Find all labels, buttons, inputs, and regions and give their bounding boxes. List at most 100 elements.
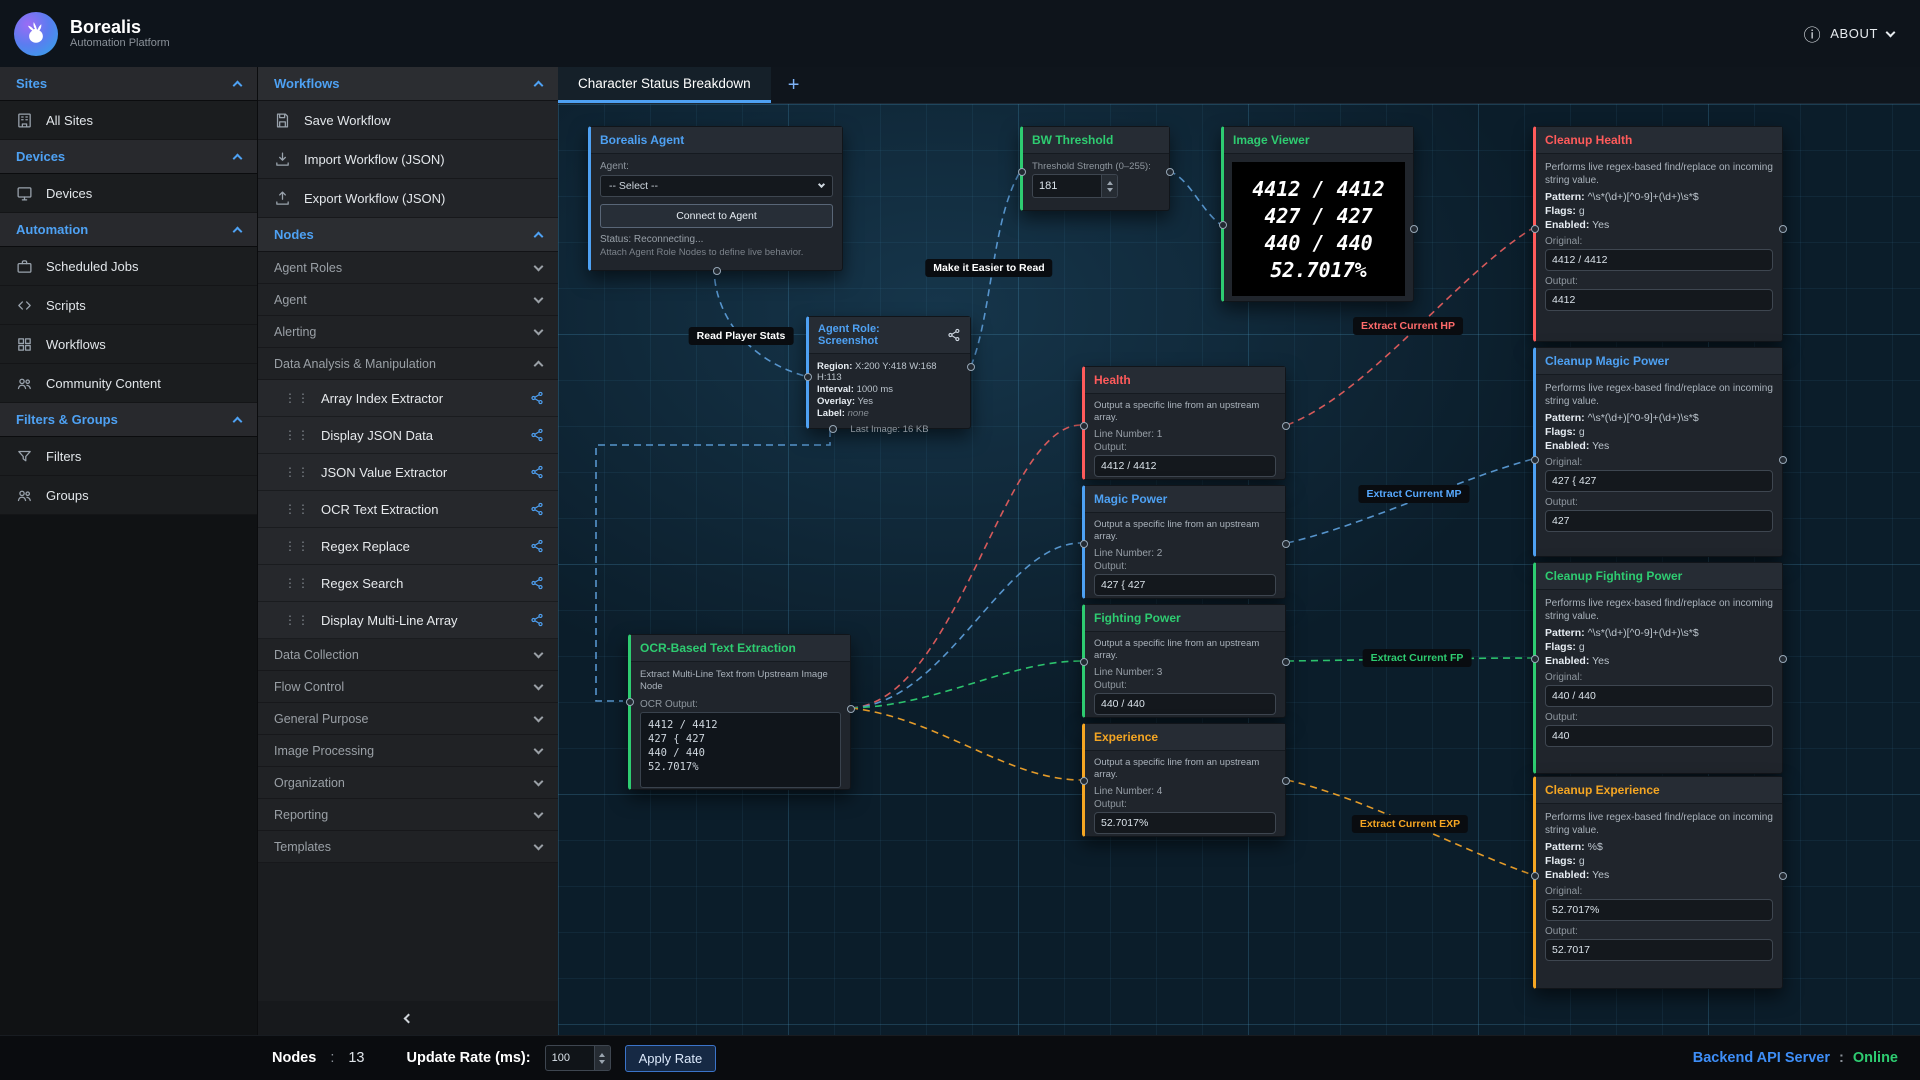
apply-rate-button[interactable]: Apply Rate (625, 1045, 717, 1072)
input-port[interactable] (626, 698, 634, 706)
node-ocr-text-extraction[interactable]: OCR-Based Text Extraction Extract Multi-… (628, 634, 851, 790)
sidebar-item-all-sites[interactable]: All Sites (0, 101, 257, 140)
add-tab-button[interactable]: + (771, 67, 817, 103)
about-menu[interactable]: ⓘ ABOUT (1804, 21, 1894, 46)
node-cleanup-experience[interactable]: Cleanup Experience Performs live regex-b… (1533, 776, 1783, 989)
output-port[interactable] (1282, 777, 1290, 785)
agent-select[interactable]: -- Select -- (600, 175, 833, 197)
output-port[interactable] (829, 425, 837, 433)
input-port[interactable] (1080, 540, 1088, 548)
number-spinner[interactable] (1101, 175, 1117, 197)
output-port[interactable] (847, 705, 855, 713)
output-port[interactable] (1410, 225, 1418, 233)
drag-handle-icon[interactable]: ⋮⋮ (284, 613, 310, 627)
drag-handle-icon[interactable]: ⋮⋮ (284, 539, 310, 553)
sidebar-item-filters[interactable]: Filters (0, 437, 257, 476)
output-port[interactable] (1282, 422, 1290, 430)
sidebar-item-community-content[interactable]: Community Content (0, 364, 257, 403)
node-item-display-json-data[interactable]: ⋮⋮ Display JSON Data (258, 417, 558, 454)
output-value-input[interactable] (1545, 939, 1773, 961)
category-templates[interactable]: Templates (258, 831, 558, 863)
input-port[interactable] (804, 373, 812, 381)
output-port[interactable] (967, 363, 975, 371)
drag-handle-icon[interactable]: ⋮⋮ (284, 428, 310, 442)
node-cleanup-magic-power[interactable]: Cleanup Magic Power Performs live regex-… (1533, 347, 1783, 557)
drag-handle-icon[interactable]: ⋮⋮ (284, 391, 310, 405)
threshold-value-input[interactable] (1033, 175, 1101, 197)
category-reporting[interactable]: Reporting (258, 799, 558, 831)
node-item-regex-replace[interactable]: ⋮⋮ Regex Replace (258, 528, 558, 565)
output-port[interactable] (713, 267, 721, 275)
nodes-section-header[interactable]: Nodes (258, 218, 558, 252)
drag-handle-icon[interactable]: ⋮⋮ (284, 502, 310, 516)
sidebar-item-scripts[interactable]: Scripts (0, 286, 257, 325)
node-item-regex-search[interactable]: ⋮⋮ Regex Search (258, 565, 558, 602)
output-port[interactable] (1779, 456, 1787, 464)
input-port[interactable] (1531, 872, 1539, 880)
sidebar-section-sites[interactable]: Sites (0, 67, 257, 101)
node-image-viewer[interactable]: Image Viewer 4412 / 4412 427 / 427 440 /… (1221, 126, 1414, 302)
output-value-input[interactable] (1094, 455, 1276, 477)
output-value-input[interactable] (1094, 812, 1276, 834)
category-agent-roles[interactable]: Agent Roles (258, 252, 558, 284)
category-organization[interactable]: Organization (258, 767, 558, 799)
spinner-down-icon[interactable] (599, 1060, 605, 1064)
node-experience[interactable]: Experience Output a specific line from a… (1082, 723, 1286, 837)
drag-handle-icon[interactable]: ⋮⋮ (284, 465, 310, 479)
original-value-input[interactable] (1545, 685, 1773, 707)
node-item-ocr-text-extraction[interactable]: ⋮⋮ OCR Text Extraction (258, 491, 558, 528)
sidebar-collapse-button[interactable] (258, 1001, 558, 1035)
original-value-input[interactable] (1545, 249, 1773, 271)
output-value-input[interactable] (1545, 510, 1773, 532)
original-value-input[interactable] (1545, 899, 1773, 921)
save-workflow-button[interactable]: Save Workflow (258, 101, 558, 140)
spinner-up-icon[interactable] (599, 1053, 605, 1057)
export-workflow-button[interactable]: Export Workflow (JSON) (258, 179, 558, 218)
tab-character-status-breakdown[interactable]: Character Status Breakdown (558, 67, 771, 103)
node-item-display-multi-line-array[interactable]: ⋮⋮ Display Multi-Line Array (258, 602, 558, 639)
input-port[interactable] (1080, 777, 1088, 785)
original-value-input[interactable] (1545, 470, 1773, 492)
update-rate-input[interactable] (546, 1046, 594, 1070)
share-icon[interactable] (947, 328, 961, 342)
output-port[interactable] (1779, 655, 1787, 663)
category-data-analysis[interactable]: Data Analysis & Manipulation (258, 348, 558, 380)
number-spinner[interactable] (594, 1046, 610, 1070)
sidebar-item-workflows[interactable]: Workflows (0, 325, 257, 364)
output-value-input[interactable] (1094, 574, 1276, 596)
output-port[interactable] (1166, 168, 1174, 176)
sidebar-section-filters-groups[interactable]: Filters & Groups (0, 403, 257, 437)
output-port[interactable] (1282, 540, 1290, 548)
node-cleanup-fighting-power[interactable]: Cleanup Fighting Power Performs live reg… (1533, 562, 1783, 774)
input-port[interactable] (1531, 655, 1539, 663)
sidebar-section-devices[interactable]: Devices (0, 140, 257, 174)
node-item-json-value-extractor[interactable]: ⋮⋮ JSON Value Extractor (258, 454, 558, 491)
output-port[interactable] (1282, 658, 1290, 666)
drag-handle-icon[interactable]: ⋮⋮ (284, 576, 310, 590)
output-port[interactable] (1779, 225, 1787, 233)
sidebar-item-devices[interactable]: Devices (0, 174, 257, 213)
node-item-array-index-extractor[interactable]: ⋮⋮ Array Index Extractor (258, 380, 558, 417)
node-cleanup-health[interactable]: Cleanup Health Performs live regex-based… (1533, 126, 1783, 342)
node-health[interactable]: Health Output a specific line from an up… (1082, 366, 1286, 480)
input-port[interactable] (1018, 168, 1026, 176)
node-fighting-power[interactable]: Fighting Power Output a specific line fr… (1082, 604, 1286, 718)
category-agent[interactable]: Agent (258, 284, 558, 316)
ocr-output-textarea[interactable]: 4412 / 4412 427 { 427 440 / 440 52.7017% (640, 712, 841, 788)
category-general-purpose[interactable]: General Purpose (258, 703, 558, 735)
output-port[interactable] (1779, 872, 1787, 880)
spinner-up-icon[interactable] (1107, 181, 1113, 185)
input-port[interactable] (1531, 456, 1539, 464)
input-port[interactable] (1219, 221, 1227, 229)
category-flow-control[interactable]: Flow Control (258, 671, 558, 703)
sidebar-item-scheduled-jobs[interactable]: Scheduled Jobs (0, 247, 257, 286)
input-port[interactable] (1080, 422, 1088, 430)
import-workflow-button[interactable]: Import Workflow (JSON) (258, 140, 558, 179)
node-magic-power[interactable]: Magic Power Output a specific line from … (1082, 485, 1286, 599)
category-alerting[interactable]: Alerting (258, 316, 558, 348)
workflow-canvas[interactable]: Read Player Stats Make it Easier to Read… (558, 104, 1920, 1035)
output-value-input[interactable] (1545, 289, 1773, 311)
input-port[interactable] (1080, 658, 1088, 666)
workflows-section-header[interactable]: Workflows (258, 67, 558, 101)
output-value-input[interactable] (1545, 725, 1773, 747)
